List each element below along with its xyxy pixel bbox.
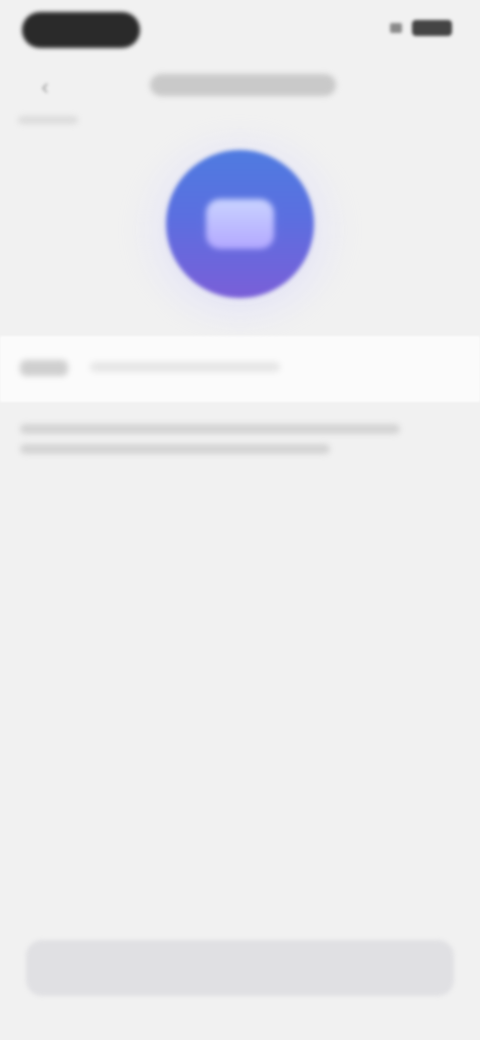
status-icons: [390, 20, 452, 36]
header: ‹: [0, 60, 480, 124]
chevron-left-icon: ‹: [41, 74, 49, 99]
description: [20, 424, 460, 484]
description-line: [20, 444, 330, 454]
signal-icon: [390, 23, 402, 33]
screen: ‹: [0, 0, 480, 1040]
info-row: [0, 336, 480, 402]
back-button[interactable]: ‹: [28, 70, 62, 104]
app-icon: [166, 150, 314, 298]
battery-icon: [412, 20, 452, 36]
status-time-pill: [22, 12, 140, 48]
description-text: [20, 424, 400, 434]
hero: [0, 120, 480, 330]
page-title: [150, 74, 336, 96]
info-value: [90, 362, 280, 372]
info-label: [20, 360, 68, 376]
primary-action-button[interactable]: [26, 940, 454, 996]
status-bar: [0, 0, 480, 60]
app-glyph-icon: [206, 199, 274, 249]
